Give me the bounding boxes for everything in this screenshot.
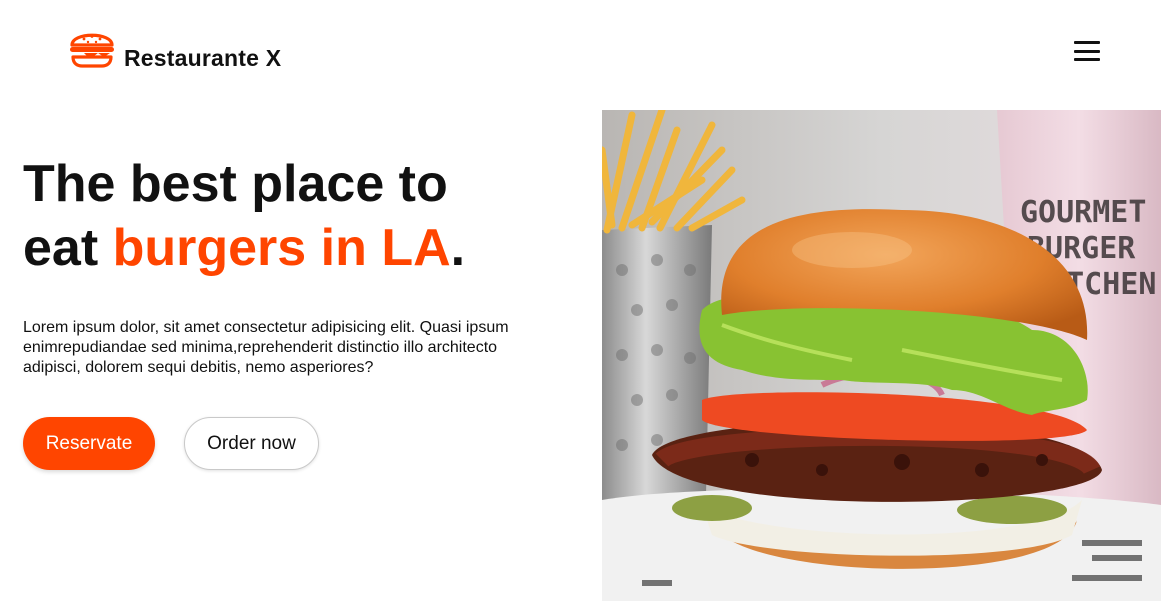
menu-bar-bottom [1074, 58, 1100, 61]
order-now-button[interactable]: Order now [184, 417, 319, 470]
hero-title-pre: eat [23, 219, 113, 277]
svg-text:GOURMET: GOURMET [1020, 195, 1146, 230]
reservate-button[interactable]: Reservate [23, 417, 155, 470]
burger-photo: GOURMET BURGER KITCHEN [602, 110, 1161, 601]
hero-title-accent: burgers in LA [112, 219, 451, 277]
menu-bar-middle [1074, 49, 1100, 53]
logo[interactable]: Restaurante X [68, 26, 282, 71]
hero-title-line1: The best place to [23, 155, 448, 213]
menu-bar-top [1074, 41, 1100, 44]
hero-title: The best place to eat burgers in LA. [23, 152, 583, 280]
burger-icon [70, 33, 114, 68]
hero-description: Lorem ipsum dolor, sit amet consectetur … [23, 319, 509, 376]
landing-page: Restaurante X The best place to eat burg… [0, 0, 1167, 601]
hamburger-menu-icon[interactable] [1072, 40, 1102, 62]
hero-title-period: . [450, 219, 466, 277]
brand-name: Restaurante X [124, 45, 282, 71]
